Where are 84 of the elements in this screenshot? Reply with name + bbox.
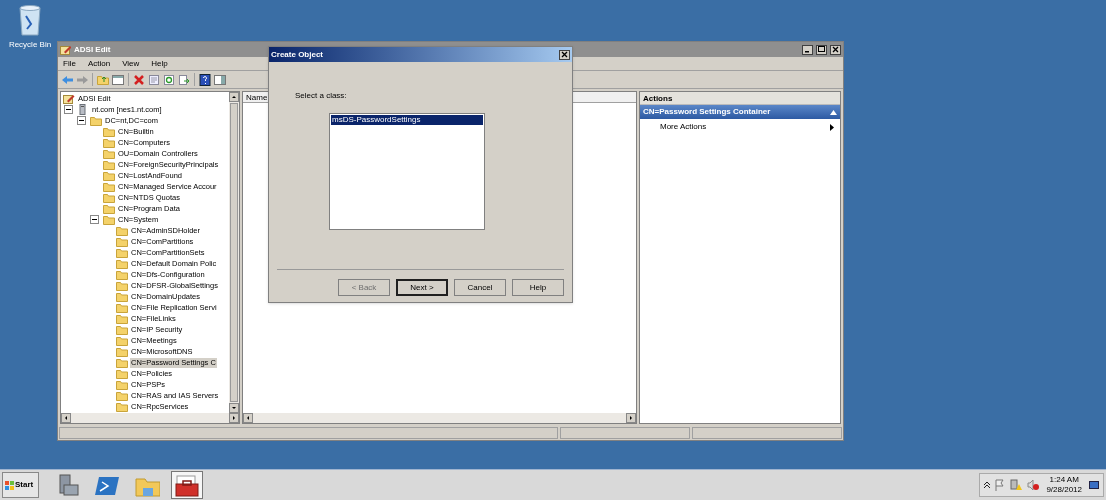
maximize-icon: [818, 46, 825, 53]
panel-icon[interactable]: [112, 73, 124, 86]
windows-logo-icon: [5, 480, 14, 490]
folder-icon: [116, 280, 128, 291]
app-icon: [60, 44, 71, 55]
menu-item[interactable]: Action: [85, 57, 113, 70]
folder-icon: [103, 181, 115, 192]
dialog-title: Create Object: [271, 48, 324, 61]
clock-date[interactable]: 9/28/2012: [1046, 485, 1082, 495]
folder-icon: [116, 335, 128, 346]
folder-icon: [116, 379, 128, 390]
folder-icon: [116, 225, 128, 236]
folder-icon: [116, 346, 128, 357]
forward-arrow-icon[interactable]: [76, 73, 88, 86]
folder-icon: [103, 192, 115, 203]
dialog-button[interactable]: Help: [512, 279, 564, 296]
folder-icon: [116, 390, 128, 401]
minimize-button[interactable]: [802, 44, 813, 55]
prompt-label: Select a class:: [295, 90, 348, 102]
action-label: More Actions: [660, 121, 707, 133]
folder-icon: [103, 203, 115, 214]
help-icon[interactable]: [199, 73, 211, 86]
folder-icon: [103, 126, 115, 137]
class-list[interactable]: msDS-PasswordSettings: [329, 113, 485, 230]
close-icon: [832, 46, 839, 53]
collapse-icon[interactable]: [90, 215, 99, 224]
actions-section-header[interactable]: CN=Password Settings Container: [640, 105, 840, 119]
delete-icon[interactable]: [133, 73, 145, 86]
show-hidden-icon: [984, 481, 991, 489]
menu-item[interactable]: Help: [149, 57, 170, 70]
folder-icon: [116, 247, 128, 258]
folder-icon: [116, 302, 128, 313]
folder-icon: [116, 258, 128, 269]
folder-icon: [116, 291, 128, 302]
menu-item[interactable]: View: [120, 57, 142, 70]
desktop-icon-label[interactable]: Recycle Bin: [8, 39, 52, 51]
dialog-button[interactable]: Next >: [396, 279, 448, 296]
folder-icon: [103, 214, 115, 225]
scrollbar[interactable]: [243, 413, 636, 423]
server-icon: [77, 104, 89, 115]
actions-header: Actions: [640, 92, 840, 105]
network-warning-icon: [1010, 479, 1023, 491]
dialog-button[interactable]: Cancel: [454, 279, 506, 296]
action-item[interactable]: More Actions: [640, 121, 840, 133]
folder-icon: [103, 137, 115, 148]
folder-icon: [116, 313, 128, 324]
folder-icon: [103, 148, 115, 159]
collapse-arrow-icon: [830, 109, 837, 115]
folder-up-icon[interactable]: [97, 73, 109, 86]
taskbar-button[interactable]: [171, 471, 203, 499]
folder-icon: [103, 159, 115, 170]
close-button[interactable]: [559, 49, 570, 60]
scrollbar[interactable]: [229, 92, 239, 413]
start-button[interactable]: Start: [2, 472, 39, 498]
properties-icon[interactable]: [148, 73, 160, 86]
refresh-icon[interactable]: [163, 73, 175, 86]
panel-icon[interactable]: [214, 73, 226, 86]
scrollbar[interactable]: [61, 413, 239, 423]
folder-icon: [116, 236, 128, 247]
toolbox-icon: [174, 473, 200, 497]
export-icon[interactable]: [178, 73, 190, 86]
scroll-thumb[interactable]: [230, 103, 238, 402]
submenu-arrow-icon: [830, 123, 834, 131]
folder-icon: [116, 368, 128, 379]
close-icon: [561, 51, 568, 58]
window-title: ADSI Edit: [74, 43, 111, 56]
clock-time[interactable]: 1:24 AM: [1049, 475, 1079, 485]
section-title: CN=Password Settings Container: [643, 106, 771, 118]
collapse-icon[interactable]: [77, 116, 86, 125]
folder-icon: [90, 115, 102, 126]
close-button[interactable]: [830, 44, 841, 55]
speaker-muted-icon: [1027, 479, 1040, 491]
folder-icon: [116, 324, 128, 335]
class-list-item[interactable]: msDS-PasswordSettings: [331, 115, 483, 125]
collapse-icon[interactable]: [64, 105, 73, 114]
back-arrow-icon[interactable]: [61, 73, 73, 86]
folder-icon: [116, 269, 128, 280]
app-icon: [63, 93, 75, 104]
show-desktop-icon[interactable]: [1089, 480, 1099, 490]
flag-icon: [995, 479, 1006, 491]
folder-icon: [103, 170, 115, 181]
folder-icon: [116, 357, 128, 368]
maximize-button[interactable]: [816, 44, 827, 55]
menu-item[interactable]: File: [61, 57, 78, 70]
